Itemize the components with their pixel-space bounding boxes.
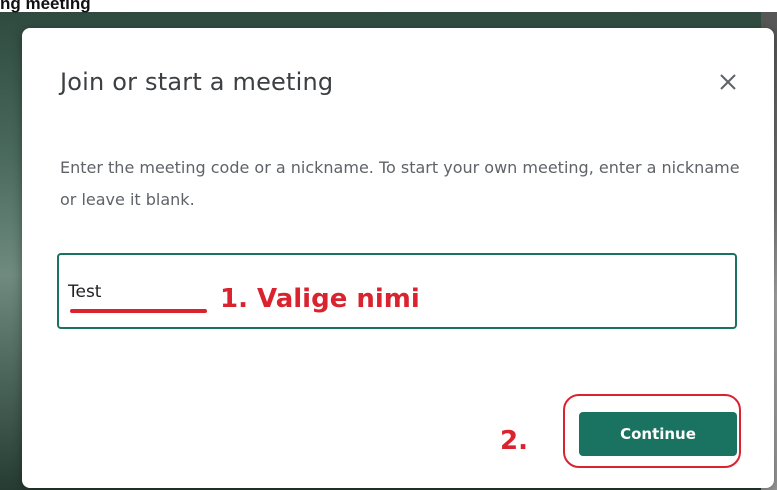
continue-button[interactable]: Continue	[579, 412, 737, 456]
annotation-step-2: 2.	[500, 426, 528, 456]
dialog-description: Enter the meeting code or a nickname. To…	[60, 158, 740, 209]
dialog-title: Join or start a meeting	[60, 68, 334, 96]
close-button[interactable]	[712, 66, 744, 98]
close-icon	[720, 74, 736, 90]
meeting-code-value[interactable]: Test	[68, 282, 101, 302]
screenshot-page: ng meeting Join or start a meeting Enter…	[0, 0, 777, 490]
annotation-step-1: 1. Valige nimi	[220, 284, 420, 314]
join-meeting-dialog: Join or start a meeting Enter the meetin…	[22, 28, 774, 488]
page-heading-cut: ng meeting	[0, 0, 91, 13]
annotation-underline	[70, 309, 207, 313]
